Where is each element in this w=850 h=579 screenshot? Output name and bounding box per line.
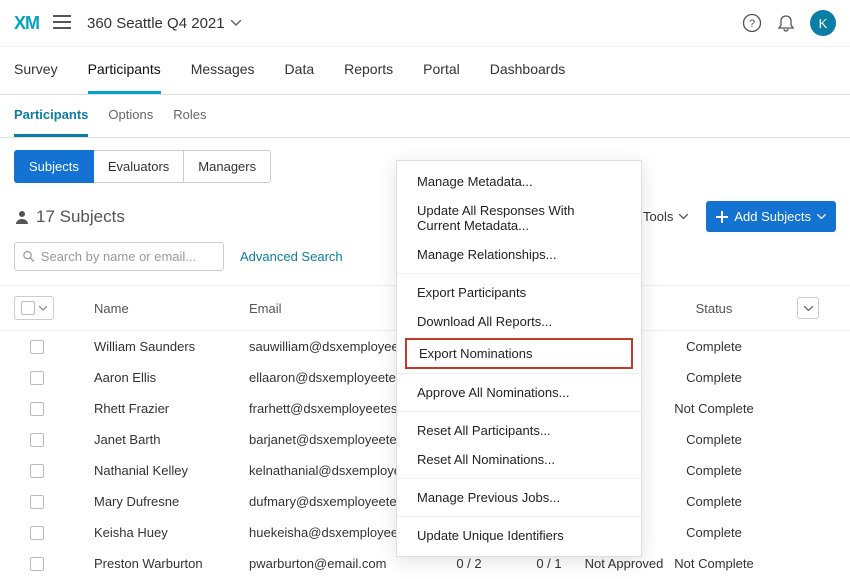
search-icon [23, 250, 35, 263]
dropdown-separator [397, 516, 641, 517]
dropdown-item[interactable]: Manage Metadata... [397, 167, 641, 196]
cell-name: Rhett Frazier [94, 401, 249, 416]
sub-tabs: Participants Options Roles [0, 95, 850, 138]
sub-tab-roles[interactable]: Roles [173, 95, 206, 137]
dropdown-item[interactable]: Update Unique Identifiers [397, 521, 641, 550]
cell-name: Preston Warburton [94, 556, 249, 571]
cell-email: pwarburton@email.com [249, 556, 419, 571]
column-options-button[interactable] [797, 297, 819, 319]
cell-c1: 0 / 2 [419, 556, 519, 571]
cell-name: Keisha Huey [94, 525, 249, 540]
dropdown-item[interactable]: Update All Responses With Current Metada… [397, 196, 641, 240]
dropdown-item[interactable]: Manage Relationships... [397, 240, 641, 269]
dropdown-separator [397, 373, 641, 374]
cell-email: huekeisha@dsxemployeetest [249, 525, 419, 540]
cell-name: Aaron Ellis [94, 370, 249, 385]
search-input[interactable] [41, 249, 215, 264]
column-name: Name [94, 301, 249, 316]
dropdown-item[interactable]: Export Nominations [405, 338, 633, 369]
advanced-search-link[interactable]: Advanced Search [240, 249, 343, 264]
add-subjects-button[interactable]: Add Subjects [706, 201, 836, 232]
select-all-checkbox[interactable] [14, 296, 54, 320]
row-checkbox[interactable] [30, 464, 44, 478]
main-tab-survey[interactable]: Survey [14, 47, 58, 94]
cell-status: Complete [669, 525, 759, 540]
dropdown-item[interactable]: Manage Previous Jobs... [397, 483, 641, 512]
logo: XM [14, 13, 39, 34]
project-selector[interactable]: 360 Seattle Q4 2021 [87, 15, 241, 32]
cell-status: Complete [669, 432, 759, 447]
checkbox[interactable] [21, 301, 35, 315]
main-tab-data[interactable]: Data [285, 47, 315, 94]
row-checkbox[interactable] [30, 371, 44, 385]
dropdown-item[interactable]: Reset All Nominations... [397, 445, 641, 474]
plus-icon [716, 211, 728, 223]
chevron-down-icon [231, 20, 241, 26]
dropdown-item[interactable]: Approve All Nominations... [397, 378, 641, 407]
cell-c2: 0 / 1 [519, 556, 579, 571]
help-icon[interactable]: ? [742, 13, 762, 33]
cell-status: Complete [669, 463, 759, 478]
person-icon [14, 209, 30, 225]
cell-email: frarhett@dsxemployeetest.co [249, 401, 419, 416]
column-email: Email [249, 301, 419, 316]
cell-name: William Saunders [94, 339, 249, 354]
avatar[interactable]: K [810, 10, 836, 36]
svg-text:?: ? [749, 18, 755, 30]
subjects-count: 17 Subjects [14, 207, 125, 227]
cell-name: Nathanial Kelley [94, 463, 249, 478]
tools-dropdown: Manage Metadata...Update All Responses W… [396, 160, 642, 557]
main-tab-messages[interactable]: Messages [191, 47, 255, 94]
cell-email: ellaaron@dsxemployeetest.c [249, 370, 419, 385]
chevron-down-icon [679, 214, 688, 219]
search-box[interactable] [14, 242, 224, 271]
main-tab-participants[interactable]: Participants [88, 47, 161, 94]
cell-email: sauwilliam@dsxemployeetest [249, 339, 419, 354]
chevron-down-icon [817, 214, 826, 219]
dropdown-item[interactable]: Export Participants [397, 278, 641, 307]
cell-status: Complete [669, 370, 759, 385]
pill-tab-evaluators[interactable]: Evaluators [94, 150, 184, 183]
row-checkbox[interactable] [30, 340, 44, 354]
sub-tab-options[interactable]: Options [108, 95, 153, 137]
cell-email: dufmary@dsxemployeetest.c [249, 494, 419, 509]
dropdown-item[interactable]: Reset All Participants... [397, 416, 641, 445]
row-checkbox[interactable] [30, 557, 44, 571]
sub-tab-participants[interactable]: Participants [14, 95, 88, 137]
column-status: Status [669, 301, 759, 316]
cell-status: Not Complete [669, 556, 759, 571]
dropdown-separator [397, 411, 641, 412]
dropdown-item[interactable]: Download All Reports... [397, 307, 641, 336]
chevron-down-icon [39, 306, 47, 311]
chevron-down-icon [804, 306, 813, 311]
top-header: XM 360 Seattle Q4 2021 ? K [0, 0, 850, 47]
cell-email: barjanet@dsxemployeetest.c [249, 432, 419, 447]
bell-icon[interactable] [776, 13, 796, 33]
main-tab-reports[interactable]: Reports [344, 47, 393, 94]
row-checkbox[interactable] [30, 526, 44, 540]
menu-icon[interactable] [53, 15, 71, 32]
dropdown-separator [397, 478, 641, 479]
dropdown-separator [397, 273, 641, 274]
row-checkbox[interactable] [30, 402, 44, 416]
main-tabs: Survey Participants Messages Data Reports Por… [0, 47, 850, 95]
cell-approval: Not Approved [579, 556, 669, 571]
row-checkbox[interactable] [30, 433, 44, 447]
cell-status: Complete [669, 339, 759, 354]
cell-name: Janet Barth [94, 432, 249, 447]
main-tab-portal[interactable]: Portal [423, 47, 460, 94]
cell-name: Mary Dufresne [94, 494, 249, 509]
project-title-text: 360 Seattle Q4 2021 [87, 15, 225, 32]
pill-tab-managers[interactable]: Managers [184, 150, 271, 183]
row-checkbox[interactable] [30, 495, 44, 509]
cell-status: Not Complete [669, 401, 759, 416]
cell-email: kelnathanial@dsxemployeete [249, 463, 419, 478]
main-tab-dashboards[interactable]: Dashboards [490, 47, 566, 94]
cell-status: Complete [669, 494, 759, 509]
pill-tab-subjects[interactable]: Subjects [14, 150, 94, 183]
